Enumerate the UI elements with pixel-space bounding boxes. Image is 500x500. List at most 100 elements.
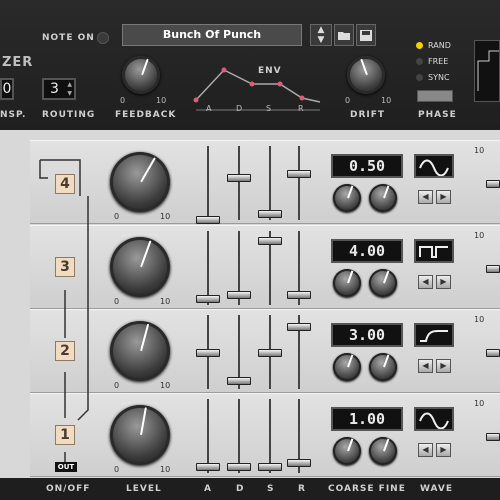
- coarse-knob[interactable]: [333, 353, 361, 381]
- envelope-fader-handle[interactable]: [287, 170, 311, 178]
- envelope-fader-handle[interactable]: [258, 349, 282, 357]
- fine-knob[interactable]: [369, 184, 397, 212]
- phase-option-sync[interactable]: SYNC: [428, 73, 450, 82]
- phase-rand-led[interactable]: [416, 42, 423, 49]
- envelope-fader-track: [207, 399, 209, 473]
- env-stage-a: A: [206, 104, 212, 113]
- envelope-fader-handle[interactable]: [196, 295, 220, 303]
- folder-icon[interactable]: [334, 24, 354, 46]
- square-wave-icon[interactable]: [414, 239, 454, 263]
- level-scale-label: 0: [114, 212, 120, 221]
- envelope-fader-handle[interactable]: [287, 459, 311, 467]
- env-stage-r: R: [298, 104, 304, 113]
- coarse-display[interactable]: 1.00: [331, 407, 403, 431]
- coarse-knob[interactable]: [333, 269, 361, 297]
- knob-indicator: [140, 157, 156, 183]
- phase-sync-led[interactable]: [416, 74, 423, 81]
- right-fader-handle[interactable]: [486, 265, 500, 273]
- wave-next-button[interactable]: ▶: [436, 443, 451, 457]
- wave-next-button[interactable]: ▶: [436, 359, 451, 373]
- routing-label: ROUTING: [42, 110, 96, 120]
- sine-wave-icon[interactable]: [414, 154, 454, 178]
- envelope-fader-handle[interactable]: [258, 237, 282, 245]
- coarse-display[interactable]: 3.00: [331, 323, 403, 347]
- drift-label: DRIFT: [350, 110, 386, 120]
- coarse-display[interactable]: 0.50: [331, 154, 403, 178]
- level-scale-label: 10: [160, 212, 171, 221]
- footer-d: D: [236, 484, 245, 494]
- envelope-fader-handle[interactable]: [196, 463, 220, 471]
- phase-button[interactable]: [417, 90, 453, 102]
- level-knob[interactable]: [110, 321, 170, 381]
- envelope-fader-handle[interactable]: [227, 174, 251, 182]
- note-on-led: [97, 32, 109, 44]
- feedback-knob[interactable]: [122, 56, 160, 94]
- envelope-fader-track: [298, 146, 300, 220]
- wave-next-button[interactable]: ▶: [436, 190, 451, 204]
- envelope-fader-handle[interactable]: [196, 216, 220, 224]
- routing-value: 3: [50, 81, 59, 97]
- knob-indicator: [140, 324, 150, 352]
- preset-up-down-button[interactable]: ▲ ▼: [310, 24, 332, 46]
- envelope-fader-handle[interactable]: [258, 463, 282, 471]
- coarse-knob[interactable]: [333, 184, 361, 212]
- level-knob[interactable]: [110, 152, 170, 212]
- env-stage-s: S: [266, 104, 272, 113]
- footer-wave: WAVE: [420, 484, 453, 494]
- envelope-fader-handle[interactable]: [287, 291, 311, 299]
- knob-indicator: [383, 270, 390, 284]
- right-scale-label: 10: [474, 231, 485, 240]
- wave-prev-button[interactable]: ◀: [418, 275, 433, 289]
- envelope-fader-handle[interactable]: [227, 463, 251, 471]
- save-icon[interactable]: [356, 24, 376, 46]
- right-scale-label: 10: [474, 146, 485, 155]
- level-scale-label: 10: [160, 297, 171, 306]
- envelope-fader-handle[interactable]: [227, 377, 251, 385]
- knob-indicator: [383, 185, 390, 199]
- routing-lines: [39, 159, 89, 462]
- synth-title-partial: ZER: [2, 55, 34, 70]
- saw-wave-icon[interactable]: [414, 323, 454, 347]
- coarse-knob[interactable]: [333, 437, 361, 465]
- knob-indicator: [347, 354, 354, 368]
- drift-scale-min: 0: [345, 96, 351, 105]
- level-scale-label: 0: [114, 297, 120, 306]
- right-fader-handle[interactable]: [486, 180, 500, 188]
- phase-option-rand[interactable]: RAND: [428, 41, 451, 50]
- right-scale-label: 10: [474, 399, 485, 408]
- footer-on-off: ON/OFF: [46, 484, 91, 494]
- fine-knob[interactable]: [369, 353, 397, 381]
- wave-prev-button[interactable]: ◀: [418, 443, 433, 457]
- envelope-fader-handle[interactable]: [287, 323, 311, 331]
- preset-name-display[interactable]: Bunch Of Punch: [122, 24, 302, 46]
- feedback-scale-min: 0: [120, 96, 126, 105]
- drift-knob[interactable]: [347, 56, 385, 94]
- envelope-fader-handle[interactable]: [227, 291, 251, 299]
- level-knob[interactable]: [110, 237, 170, 297]
- right-fader-handle[interactable]: [486, 349, 500, 357]
- routing-display[interactable]: 3 ▲ ▼: [42, 78, 76, 100]
- envelope-fader-handle[interactable]: [196, 349, 220, 357]
- envelope-fader-track: [269, 146, 271, 220]
- wave-next-button[interactable]: ▶: [436, 275, 451, 289]
- sine-wave-icon[interactable]: [414, 407, 454, 431]
- wave-prev-button[interactable]: ◀: [418, 190, 433, 204]
- phase-option-free[interactable]: FREE: [428, 57, 448, 66]
- footer-s: S: [267, 484, 275, 494]
- phase-free-led[interactable]: [416, 58, 423, 65]
- knob-indicator: [383, 438, 390, 452]
- footer-r: R: [298, 484, 306, 494]
- fine-knob[interactable]: [369, 269, 397, 297]
- wave-prev-button[interactable]: ◀: [418, 359, 433, 373]
- fine-knob[interactable]: [369, 437, 397, 465]
- level-knob[interactable]: [110, 405, 170, 465]
- routing-arrows-icon[interactable]: ▲ ▼: [67, 80, 72, 98]
- envelope-fader-track: [238, 399, 240, 473]
- envelope-fader-handle[interactable]: [258, 210, 282, 218]
- transpose-display[interactable]: 0: [0, 78, 14, 100]
- right-fader-handle[interactable]: [486, 433, 500, 441]
- drift-scale-max: 10: [381, 96, 392, 105]
- coarse-display[interactable]: 4.00: [331, 239, 403, 263]
- header-panel: ZER NOTE ON Bunch Of Punch ▲ ▼ 0 NSP. 3 ▲…: [0, 0, 500, 130]
- envelope-fader-track: [238, 146, 240, 220]
